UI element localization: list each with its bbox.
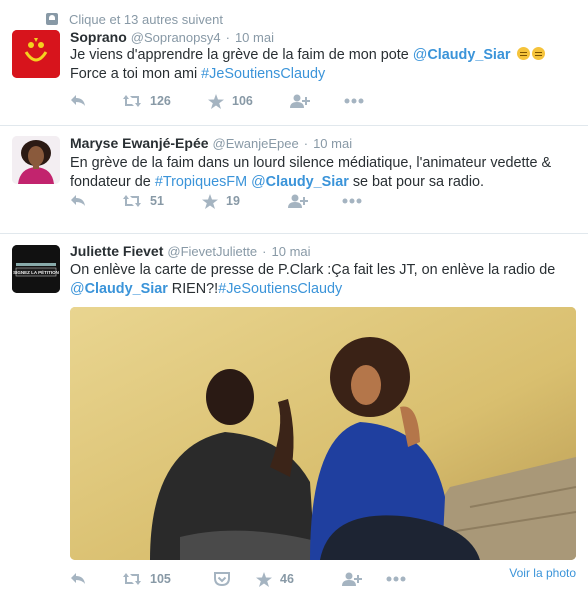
mention-at: @	[412, 47, 428, 63]
tweet-header: Maryse Ewanjé-Epée @EwanjeEpee · 10 mai	[70, 135, 352, 151]
separator: ·	[225, 30, 230, 45]
favorite-count: 106	[232, 94, 253, 108]
more-button[interactable]	[386, 576, 406, 582]
mention-link[interactable]: @Claudy_Siar	[251, 174, 349, 190]
mention-at: @	[251, 174, 266, 190]
follow-icon	[46, 13, 58, 25]
relieved-face-emoji	[516, 47, 530, 60]
tweet-fullname[interactable]: Soprano	[70, 29, 127, 45]
tweet-timestamp[interactable]: 10 mai	[235, 30, 274, 45]
tweet-username[interactable]: @Sopranopsy4	[131, 30, 221, 45]
tweet-timestamp[interactable]: 10 mai	[313, 136, 352, 151]
more-button[interactable]	[344, 98, 364, 104]
separator: ·	[262, 244, 267, 259]
avatar[interactable]: SIGNEZ LA PÉTITION	[12, 245, 60, 293]
retweet-count: 126	[150, 94, 171, 108]
pocket-icon	[214, 572, 230, 586]
tweet-header: Soprano @Sopranopsy4 · 10 mai	[70, 29, 274, 45]
hashtag-link[interactable]: #TropiquesFM	[155, 174, 247, 190]
tweet-text: En grève de la faim dans un lourd silenc…	[70, 154, 580, 192]
tweet-header: Juliette Fievet @FievetJuliette · 10 mai	[70, 243, 311, 259]
retweet-button[interactable]: 126	[122, 94, 208, 108]
retweet-button[interactable]: 105	[122, 572, 214, 586]
tweet-text-segment: Force a toi mon ami	[70, 66, 202, 82]
reply-button[interactable]	[70, 572, 122, 586]
retweet-button[interactable]: 51	[122, 194, 202, 208]
tweet[interactable]: Maryse Ewanjé-Epée @EwanjeEpee · 10 mai …	[0, 126, 588, 234]
retweet-icon	[123, 573, 141, 585]
tweet[interactable]: SIGNEZ LA PÉTITION Juliette Fievet @Fiev…	[0, 234, 588, 600]
tweet-actions: 126 106	[70, 92, 364, 110]
tweet-fullname[interactable]: Maryse Ewanjé-Epée	[70, 135, 209, 151]
mention-link[interactable]: @Claudy_Siar	[70, 281, 168, 297]
follow-button[interactable]	[342, 572, 386, 586]
avatar-text: SIGNEZ LA PÉTITION	[13, 268, 59, 275]
pocket-button[interactable]	[214, 572, 256, 586]
add-user-icon	[290, 94, 310, 108]
tweet-text: Je viens d'apprendre la grève de la faim…	[70, 46, 580, 84]
add-user-icon	[342, 572, 362, 586]
reply-button[interactable]	[70, 194, 122, 208]
tweet[interactable]: Soprano @Sopranopsy4 · 10 mai Je viens d…	[0, 28, 588, 126]
follow-button[interactable]	[288, 194, 342, 208]
tweet-fullname[interactable]: Juliette Fievet	[70, 243, 163, 259]
relieved-face-emoji	[531, 47, 545, 60]
social-context-text[interactable]: Clique et 13 autres suivent	[69, 12, 223, 27]
hashtag-link[interactable]: #JeSoutiensClaudy	[201, 66, 325, 82]
tweet-photo[interactable]	[70, 307, 576, 560]
mention-name: Claudy_Siar	[427, 47, 511, 63]
tweet-text-segment: On enlève la carte de presse de P.Clark …	[70, 262, 556, 278]
view-photo-link[interactable]: Voir la photo	[509, 566, 576, 580]
retweet-count: 51	[150, 194, 164, 208]
more-icon	[386, 576, 406, 582]
star-icon	[208, 93, 224, 109]
favorite-count: 19	[226, 194, 240, 208]
retweet-count: 105	[150, 572, 171, 586]
mention-link[interactable]: @Claudy_Siar	[413, 47, 511, 63]
avatar[interactable]	[12, 30, 60, 78]
hashtag-link[interactable]: #JeSoutiensClaudy	[218, 281, 342, 297]
tweet-actions: 51 19	[70, 192, 362, 210]
mention-name: Claudy_Siar	[84, 281, 168, 297]
mention-at: @	[70, 281, 85, 297]
avatar[interactable]	[12, 136, 60, 184]
tweet-actions: 105 46	[70, 570, 406, 588]
tweet-timestamp[interactable]: 10 mai	[272, 244, 311, 259]
tweet-text-segment: fondateur de	[70, 174, 155, 190]
tweet-text-segment: Je viens d'apprendre la grève de la faim…	[70, 47, 413, 63]
follow-button[interactable]	[290, 94, 344, 108]
star-icon	[256, 571, 272, 587]
reply-icon	[71, 95, 85, 106]
tweet-text-segment: se bat pour sa radio.	[348, 174, 485, 190]
more-icon	[342, 198, 362, 204]
tweet-username[interactable]: @FievetJuliette	[167, 244, 257, 259]
star-icon	[202, 193, 218, 209]
favorite-button[interactable]: 19	[202, 193, 288, 209]
favorite-count: 46	[280, 572, 294, 586]
retweet-icon	[123, 195, 141, 207]
retweet-icon	[123, 95, 141, 107]
favorite-button[interactable]: 46	[256, 571, 342, 587]
mention-name: Claudy_Siar	[265, 174, 349, 190]
social-context: Clique et 13 autres suivent	[46, 10, 223, 28]
reply-button[interactable]	[70, 94, 122, 108]
reply-icon	[71, 573, 85, 584]
tweet-username[interactable]: @EwanjeEpee	[213, 136, 299, 151]
tweet-text-segment: En grève de la faim dans un lourd silenc…	[70, 155, 552, 171]
tweet-text: On enlève la carte de presse de P.Clark …	[70, 261, 580, 299]
more-icon	[344, 98, 364, 104]
tweet-text-segment: RIEN?!	[167, 281, 219, 297]
add-user-icon	[288, 194, 308, 208]
separator: ·	[303, 136, 309, 151]
favorite-button[interactable]: 106	[208, 93, 290, 109]
more-button[interactable]	[342, 198, 362, 204]
reply-icon	[71, 195, 85, 206]
